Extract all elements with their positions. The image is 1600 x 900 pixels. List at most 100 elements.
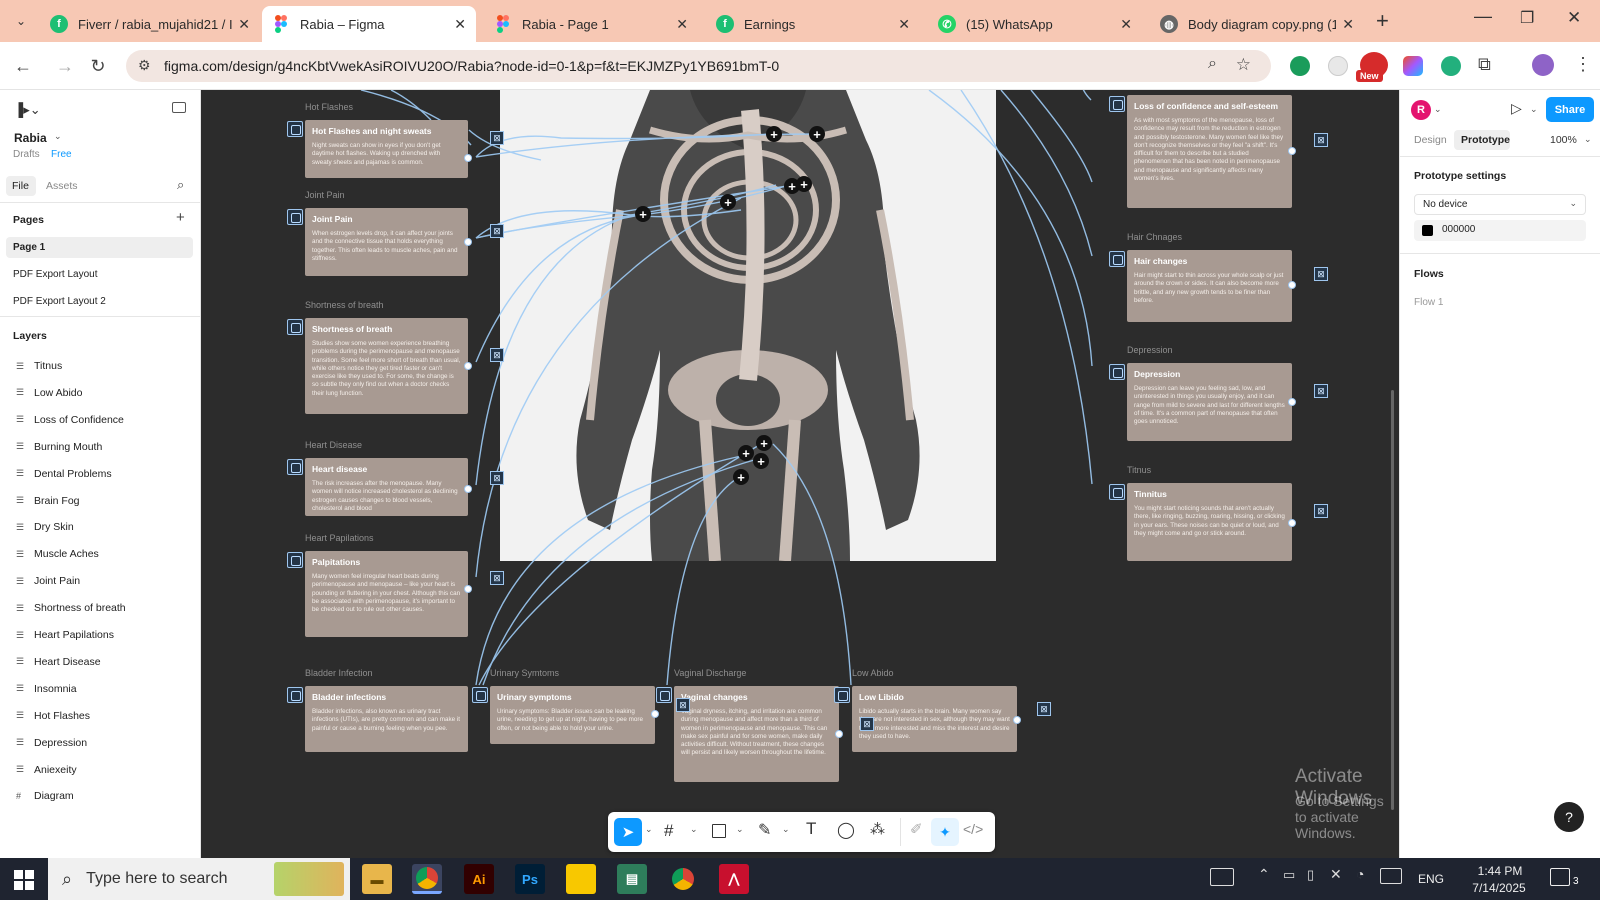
frame-label[interactable]: Heart Papilations: [305, 533, 374, 543]
comment-tool-icon[interactable]: ◯: [837, 820, 855, 840]
chevron-down-icon[interactable]: ⌄: [736, 824, 744, 835]
hotspot-marker[interactable]: +: [809, 126, 825, 142]
illustrator-icon[interactable]: Ai: [464, 864, 494, 894]
frame-palpitations[interactable]: Palpitations Many women feel irregular he…: [305, 551, 468, 637]
device-icon[interactable]: ▭: [1283, 867, 1295, 883]
connection-dot[interactable]: [1288, 519, 1296, 527]
file-explorer-icon[interactable]: ▬: [362, 864, 392, 894]
connection-dot[interactable]: [464, 585, 472, 593]
hotspot-marker[interactable]: +: [720, 194, 736, 210]
hotspot-icon[interactable]: [287, 121, 303, 137]
color-swatch[interactable]: [1422, 225, 1433, 236]
tab-list-chevron-icon[interactable]: ⌄: [8, 8, 34, 34]
close-overlay-icon[interactable]: ⊠: [490, 471, 504, 485]
layer-item[interactable]: ☰ Shortness of breath: [16, 602, 126, 614]
hotspot-icon[interactable]: [472, 687, 488, 703]
photoshop-icon[interactable]: Ps: [515, 864, 545, 894]
frame-shortness-of-breath[interactable]: Shortness of breath Studies show some wom…: [305, 318, 468, 414]
browser-tab[interactable]: f Fiverr / rabia_mujahid21 / I ✕: [40, 6, 260, 42]
frame-label[interactable]: Urinary Symtoms: [490, 668, 559, 678]
tab-design[interactable]: Design: [1414, 134, 1447, 146]
frame-label[interactable]: Heart Disease: [305, 440, 362, 450]
draw-mode-icon[interactable]: ✐: [910, 820, 923, 838]
present-play-icon[interactable]: ▷: [1511, 100, 1522, 117]
restore-icon[interactable]: ❐: [1520, 8, 1534, 28]
frame-joint-pain[interactable]: Joint Pain When estrogen levels drop, it …: [305, 208, 468, 276]
page-item[interactable]: Page 1: [13, 242, 45, 253]
layer-item[interactable]: ☰ Heart Papilations: [16, 629, 114, 641]
volume-muted-icon[interactable]: ✕: [1330, 866, 1342, 883]
acrobat-icon[interactable]: ⋀: [719, 864, 749, 894]
figma-menu-icon[interactable]: ▐▸⌄: [14, 102, 41, 118]
tab-assets[interactable]: Assets: [46, 180, 78, 192]
design-mode-icon[interactable]: ✦: [931, 818, 959, 846]
layer-item[interactable]: ☰ Heart Disease: [16, 656, 101, 668]
search-icon[interactable]: ⌕: [177, 177, 184, 193]
share-button[interactable]: Share: [1546, 97, 1594, 122]
device-select[interactable]: No device ⌄: [1414, 194, 1586, 215]
chevron-down-icon[interactable]: ⌄: [645, 824, 653, 835]
back-icon[interactable]: ←: [12, 55, 34, 77]
frame-low-libido[interactable]: Low Libido Libido actually starts in the …: [852, 686, 1017, 752]
layer-item[interactable]: ☰ Insomnia: [16, 683, 77, 695]
pen-tool-icon[interactable]: ✎: [758, 820, 771, 840]
canvas-scrollbar[interactable]: [1391, 390, 1394, 810]
background-color-field[interactable]: 000000: [1414, 220, 1586, 241]
frame-label[interactable]: Vaginal Discharge: [674, 668, 746, 678]
toggle-sidebar-icon[interactable]: [172, 102, 186, 113]
user-avatar[interactable]: R: [1411, 100, 1431, 120]
hotspot-marker[interactable]: +: [738, 445, 754, 461]
zoom-icon[interactable]: ⌕: [1208, 55, 1217, 73]
input-language[interactable]: ENG: [1418, 872, 1444, 886]
layer-item[interactable]: # Diagram: [16, 790, 74, 802]
wifi-icon[interactable]: ◔: [1356, 866, 1364, 882]
layer-item[interactable]: ☰ Brain Fog: [16, 495, 80, 507]
frame-hair-changes[interactable]: Hair changes Hair might start to thin acr…: [1127, 250, 1292, 322]
frame-label[interactable]: Low Abido: [852, 668, 894, 678]
bookmark-star-icon[interactable]: ☆: [1236, 55, 1251, 75]
layer-item[interactable]: ☰ Loss of Confidence: [16, 414, 124, 426]
frame-label[interactable]: Hot Flashes: [305, 102, 353, 112]
hotspot-icon[interactable]: [1109, 96, 1125, 112]
layer-item[interactable]: ☰ Dry Skin: [16, 521, 74, 533]
close-icon[interactable]: ✕: [454, 16, 466, 33]
close-icon[interactable]: ✕: [238, 16, 250, 33]
chevron-down-icon[interactable]: ⌄: [1530, 104, 1538, 115]
close-icon[interactable]: ✕: [676, 16, 688, 33]
clock-time[interactable]: 1:44 PM: [1468, 864, 1532, 878]
hotspot-marker[interactable]: +: [635, 206, 651, 222]
layer-item[interactable]: ☰ Burning Mouth: [16, 441, 102, 453]
hotspot-icon[interactable]: [1109, 484, 1125, 500]
hotspot-marker[interactable]: +: [766, 126, 782, 142]
hotspot-icon[interactable]: [287, 687, 303, 703]
frame-depression[interactable]: Depression Depression can leave you feeli…: [1127, 363, 1292, 441]
taskbar-search-box[interactable]: ⌕ Type here to search: [48, 858, 350, 900]
flow-item[interactable]: Flow 1: [1414, 297, 1443, 308]
browser-tab[interactable]: Rabia - Page 1 ✕: [484, 6, 698, 42]
connection-dot[interactable]: [1288, 398, 1296, 406]
frame-tinnitus[interactable]: Tinnitus You might start noticing sounds …: [1127, 483, 1292, 561]
add-page-icon[interactable]: +: [176, 209, 185, 226]
chevron-down-icon[interactable]: ⌄: [1584, 134, 1592, 145]
shape-tool-icon[interactable]: [712, 824, 726, 838]
hotspot-marker[interactable]: +: [753, 453, 769, 469]
chevron-down-icon[interactable]: ⌄: [690, 824, 698, 835]
clock-date[interactable]: 7/14/2025: [1466, 881, 1532, 895]
hotspot-icon[interactable]: [287, 209, 303, 225]
app-icon[interactable]: ▤: [617, 864, 647, 894]
connection-dot[interactable]: [464, 485, 472, 493]
chrome-profile-icon[interactable]: [668, 864, 698, 894]
browser-menu-icon[interactable]: ⋮: [1574, 54, 1592, 75]
frame-hot-flashes[interactable]: Hot Flashes and night sweats Night sweats…: [305, 120, 468, 178]
extension-icon[interactable]: [1328, 56, 1348, 76]
close-overlay-icon[interactable]: ⊠: [1314, 267, 1328, 281]
site-info-icon[interactable]: ⚙: [138, 57, 151, 74]
layer-item[interactable]: ☰ Low Abido: [16, 387, 82, 399]
keyboard-icon[interactable]: [1210, 868, 1234, 886]
chevron-down-icon[interactable]: ⌄: [1434, 104, 1442, 115]
layer-item[interactable]: ☰ Hot Flashes: [16, 710, 90, 722]
touch-keyboard-icon[interactable]: [1380, 868, 1402, 884]
drafts-label[interactable]: Drafts: [13, 149, 40, 160]
profile-avatar[interactable]: [1532, 54, 1554, 76]
hotspot-marker[interactable]: +: [733, 469, 749, 485]
